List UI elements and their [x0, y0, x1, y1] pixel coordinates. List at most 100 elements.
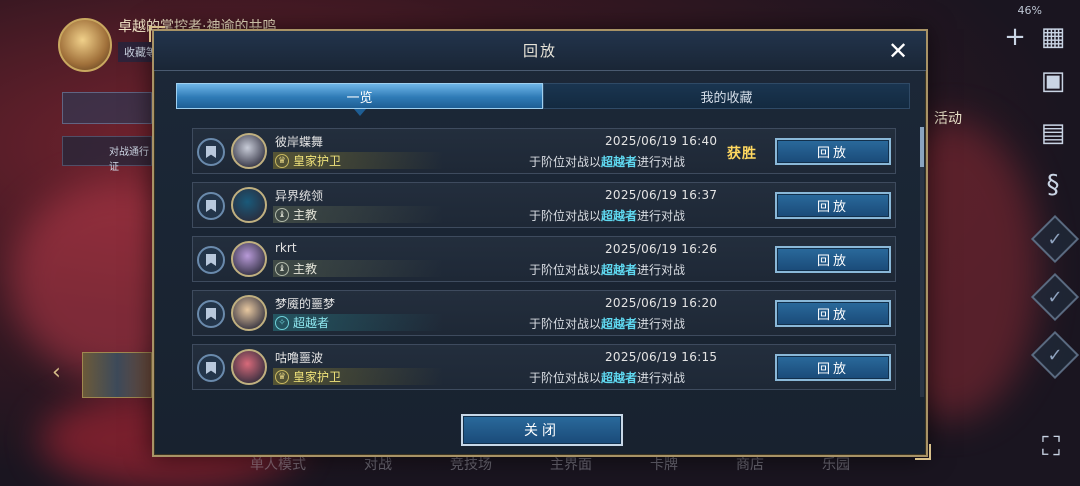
- desc-suffix: 进行对战: [637, 263, 686, 277]
- rank-label: 主教: [293, 262, 318, 276]
- plus-icon[interactable]: +: [998, 20, 1032, 54]
- mission-check-icon[interactable]: ✓: [1030, 214, 1080, 264]
- nav-park[interactable]: 乐园: [822, 454, 850, 486]
- match-description: 于阶位对战以超越者进行对战: [529, 207, 685, 224]
- rank-label: 皇家护卫: [293, 370, 342, 384]
- player-avatar[interactable]: [58, 18, 112, 72]
- match-description: 于阶位对战以超越者进行对战: [529, 153, 685, 170]
- opponent-avatar: [231, 349, 267, 385]
- rank-badge: ♛ 皇家护卫: [273, 368, 443, 385]
- desc-suffix: 进行对战: [637, 317, 686, 331]
- nav-battle[interactable]: 对战: [364, 454, 392, 486]
- desc-suffix: 进行对战: [637, 155, 686, 169]
- replay-list: 彼岸蝶舞 ♛ 皇家护卫 2025/06/19 16:40 于阶位对战以超越者进行…: [192, 128, 896, 396]
- match-description: 于阶位对战以超越者进行对战: [529, 315, 685, 332]
- match-description: 于阶位对战以超越者进行对战: [529, 369, 685, 386]
- rank-badge: ✧ 超越者: [273, 314, 443, 331]
- left-arrow-icon[interactable]: ‹: [52, 360, 78, 390]
- desc-suffix: 进行对战: [637, 209, 686, 223]
- replay-dialog: 回放 ✕ 一览 我的收藏 彼岸蝶舞 ♛ 皇家护卫 2025/06/19 16:4…: [149, 26, 931, 460]
- bottom-nav: 单人模式 对战 竞技场 主界面 卡牌 商店 乐园: [250, 454, 850, 486]
- match-row: 彼岸蝶舞 ♛ 皇家护卫 2025/06/19 16:40 于阶位对战以超越者进行…: [192, 128, 896, 174]
- transcend-icon: ✧: [275, 315, 289, 330]
- bookmark-icon[interactable]: [197, 138, 225, 166]
- dialog-header: 回放 ✕: [154, 31, 926, 71]
- opponent-name: 咕噜噩波: [275, 351, 324, 365]
- opponent-avatar: [231, 187, 267, 223]
- opponent-name: 梦魇的噩梦: [275, 297, 336, 311]
- bookmark-icon[interactable]: [197, 192, 225, 220]
- match-row: 咕噜噩波 ♛ 皇家护卫 2025/06/19 16:15 于阶位对战以超越者进行…: [192, 344, 896, 390]
- class-name: 超越者: [601, 371, 638, 385]
- nav-home[interactable]: 主界面: [550, 454, 592, 486]
- news-thumbnail[interactable]: [82, 352, 152, 398]
- match-row: 异界统领 ♝ 主教 2025/06/19 16:37 于阶位对战以超越者进行对战…: [192, 182, 896, 228]
- match-row: rkrt ♝ 主教 2025/06/19 16:26 于阶位对战以超越者进行对战…: [192, 236, 896, 282]
- match-description: 于阶位对战以超越者进行对战: [529, 261, 685, 278]
- class-name: 超越者: [601, 263, 638, 277]
- match-row: 梦魇的噩梦 ✧ 超越者 2025/06/19 16:20 于阶位对战以超越者进行…: [192, 290, 896, 336]
- desc-prefix: 于阶位对战以: [529, 263, 602, 277]
- mission-check-icon[interactable]: ✓: [1030, 330, 1080, 380]
- bookmark-icon[interactable]: [197, 246, 225, 274]
- gift-icon[interactable]: ▤: [1036, 116, 1070, 150]
- rank-badge: ♝ 主教: [273, 260, 443, 277]
- match-datetime: 2025/06/19 16:15: [605, 350, 718, 364]
- side-menu-item[interactable]: [62, 92, 152, 124]
- opponent-avatar: [231, 241, 267, 277]
- opponent-name: rkrt: [275, 241, 297, 255]
- battle-pass-label: 对战通行证: [109, 147, 149, 173]
- replay-button[interactable]: 回放: [775, 300, 891, 327]
- nav-arena[interactable]: 竞技场: [450, 454, 492, 486]
- battle-pass-menu[interactable]: 对战通行证: [62, 136, 152, 173]
- desc-prefix: 于阶位对战以: [529, 317, 602, 331]
- match-datetime: 2025/06/19 16:26: [605, 242, 718, 256]
- match-datetime: 2025/06/19 16:40: [605, 134, 718, 148]
- bishop-icon: ♝: [275, 261, 289, 276]
- rank-label: 皇家护卫: [293, 154, 342, 168]
- desc-prefix: 于阶位对战以: [529, 209, 602, 223]
- opponent-avatar: [231, 295, 267, 331]
- crown-icon: ♛: [275, 153, 289, 168]
- dialog-title: 回放: [522, 42, 557, 60]
- class-name: 超越者: [601, 317, 638, 331]
- replay-button[interactable]: 回放: [775, 138, 891, 165]
- scroll-icon[interactable]: §: [1036, 168, 1070, 202]
- class-name: 超越者: [601, 155, 638, 169]
- activity-label: 活动: [934, 111, 962, 127]
- tab-my-favorites[interactable]: 我的收藏: [543, 83, 910, 109]
- opponent-avatar: [231, 133, 267, 169]
- tab-bar: 一览 我的收藏: [176, 83, 910, 116]
- bookmark-icon[interactable]: [197, 354, 225, 382]
- close-icon[interactable]: ✕: [884, 37, 912, 65]
- opponent-name: 异界统领: [275, 189, 324, 203]
- opponent-name: 彼岸蝶舞: [275, 135, 324, 149]
- crown-icon: ♛: [275, 369, 289, 384]
- rank-label: 超越者: [293, 316, 330, 330]
- victory-label: 获胜: [727, 146, 757, 162]
- nav-cards[interactable]: 卡牌: [650, 454, 678, 486]
- nav-solo[interactable]: 单人模式: [250, 454, 306, 486]
- fullscreen-icon[interactable]: ⛶: [1034, 430, 1068, 464]
- rank-label: 主教: [293, 208, 318, 222]
- gallery-icon[interactable]: ▣: [1036, 64, 1070, 98]
- desc-prefix: 于阶位对战以: [529, 371, 602, 385]
- scroll-thumb[interactable]: [920, 127, 924, 167]
- replay-button[interactable]: 回放: [775, 246, 891, 273]
- replay-button[interactable]: 回放: [775, 192, 891, 219]
- grid-menu-icon[interactable]: ▦: [1036, 20, 1070, 54]
- close-button[interactable]: 关闭: [461, 414, 623, 446]
- bishop-icon: ♝: [275, 207, 289, 222]
- desc-prefix: 于阶位对战以: [529, 155, 602, 169]
- bookmark-icon[interactable]: [197, 300, 225, 328]
- rank-badge: ♝ 主教: [273, 206, 443, 223]
- class-name: 超越者: [601, 209, 638, 223]
- nav-shop[interactable]: 商店: [736, 454, 764, 486]
- replay-button[interactable]: 回放: [775, 354, 891, 381]
- match-datetime: 2025/06/19 16:37: [605, 188, 718, 202]
- tab-overview[interactable]: 一览: [176, 83, 543, 116]
- match-datetime: 2025/06/19 16:20: [605, 296, 718, 310]
- scrollbar[interactable]: [920, 127, 924, 397]
- rank-badge: ♛ 皇家护卫: [273, 152, 443, 169]
- mission-check-icon[interactable]: ✓: [1030, 272, 1080, 322]
